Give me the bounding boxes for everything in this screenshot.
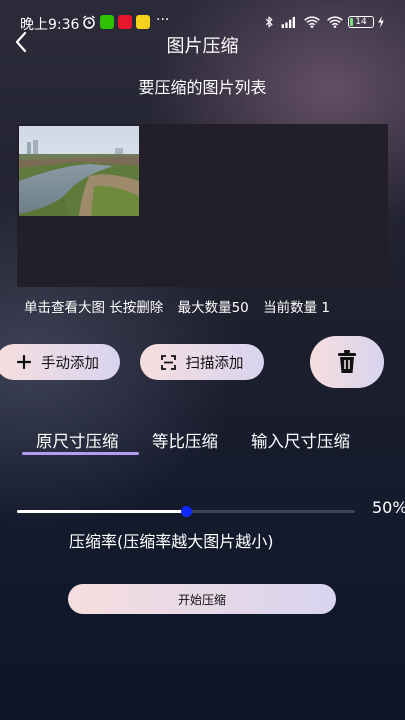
more-icon: ···: [156, 12, 170, 28]
wifi-icon: [327, 16, 343, 28]
wechat-icon: [100, 15, 114, 29]
start-compress-button[interactable]: 开始压缩: [68, 584, 336, 614]
tab-proportional[interactable]: 等比压缩: [152, 428, 218, 452]
battery-icon: 14: [348, 16, 374, 28]
battery-level: 14: [355, 17, 367, 27]
click-hint-text: 单击查看大图 长按删除: [24, 300, 164, 316]
image-thumbnail[interactable]: [19, 126, 139, 216]
delete-button[interactable]: [310, 336, 384, 388]
compression-rate-label: 压缩率(压缩率越大图片越小): [69, 532, 274, 551]
compression-rate-value: 50%: [372, 498, 405, 517]
app-icon: [136, 15, 150, 29]
weibo-icon: [118, 15, 132, 29]
tab-active-indicator: [22, 452, 139, 455]
tab-original-size[interactable]: 原尺寸压缩: [36, 428, 119, 452]
charging-icon: [378, 16, 384, 28]
compression-slider-fill: [17, 510, 186, 513]
scan-add-button[interactable]: 扫描添加: [140, 344, 264, 380]
image-list-heading: 要压缩的图片列表: [138, 78, 267, 97]
scan-icon: [160, 354, 176, 370]
page-title: 图片压缩: [166, 36, 239, 57]
compression-slider-thumb[interactable]: [180, 506, 192, 517]
trash-icon: [338, 350, 356, 373]
manual-add-button[interactable]: 手动添加: [0, 344, 120, 380]
scan-add-label: 扫描添加: [185, 355, 244, 372]
max-count-text: 最大数量50: [177, 300, 249, 316]
wifi-icon: [304, 16, 320, 28]
signal-icon: [281, 16, 295, 28]
current-count-text: 当前数量 1: [263, 300, 330, 316]
bluetooth-icon: [265, 16, 273, 28]
tab-custom-size[interactable]: 输入尺寸压缩: [251, 428, 350, 452]
alarm-icon: [83, 15, 95, 29]
plus-icon: [17, 355, 31, 369]
image-list-info: 单击查看大图 长按删除 最大数量50 当前数量 1: [24, 296, 340, 316]
manual-add-label: 手动添加: [41, 355, 99, 372]
river-landscape-photo: [19, 126, 139, 216]
